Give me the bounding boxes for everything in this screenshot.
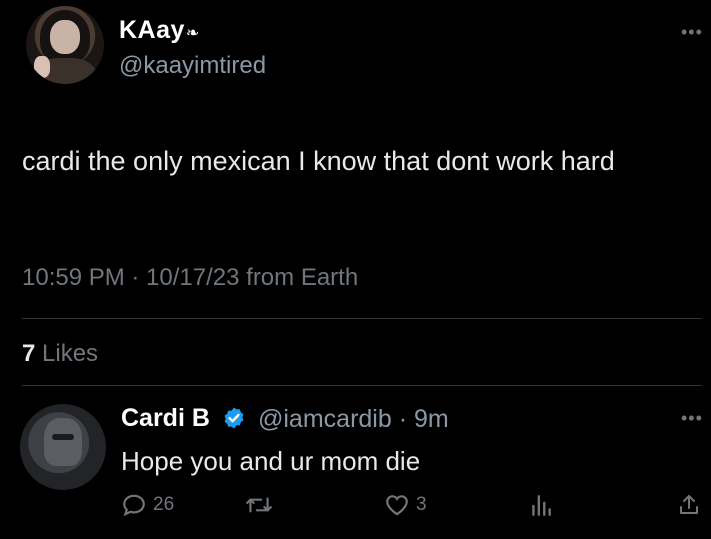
retweet-icon <box>246 497 272 513</box>
reply-author-name[interactable]: Cardi B <box>121 404 210 433</box>
divider <box>22 318 702 319</box>
more-options-icon[interactable]: ••• <box>681 22 703 43</box>
like-button[interactable]: 3 <box>384 492 427 518</box>
share-button[interactable] <box>677 492 701 518</box>
like-count: 3 <box>416 494 427 515</box>
tweet-text: cardi the only mexican I know that dont … <box>22 146 615 176</box>
views-button[interactable] <box>530 492 552 518</box>
likes-count[interactable]: 7 Likes <box>22 340 98 368</box>
flower-emoji-icon: ❧ <box>185 25 200 42</box>
views-icon <box>532 495 551 516</box>
reply-button[interactable]: 26 <box>121 492 174 518</box>
share-icon <box>680 495 698 514</box>
author-avatar[interactable] <box>26 6 104 84</box>
retweet-button[interactable] <box>244 492 274 518</box>
reply-author-avatar[interactable] <box>20 404 106 490</box>
verified-badge-icon <box>224 407 244 429</box>
reply-handle-time[interactable]: @iamcardib · 9m <box>258 405 449 434</box>
reply-icon <box>123 494 145 517</box>
reply-text: Hope you and ur mom die <box>121 446 421 476</box>
heart-icon <box>386 495 408 516</box>
divider <box>22 385 702 386</box>
reply-count: 26 <box>153 494 175 515</box>
tweet-timestamp[interactable]: 10:59 PM · 10/17/23 from Earth <box>22 264 358 292</box>
author-display-name[interactable]: KAay❧ <box>119 16 200 45</box>
author-handle[interactable]: @kaayimtired <box>119 52 266 80</box>
reply-more-options-icon[interactable]: ••• <box>681 408 703 429</box>
